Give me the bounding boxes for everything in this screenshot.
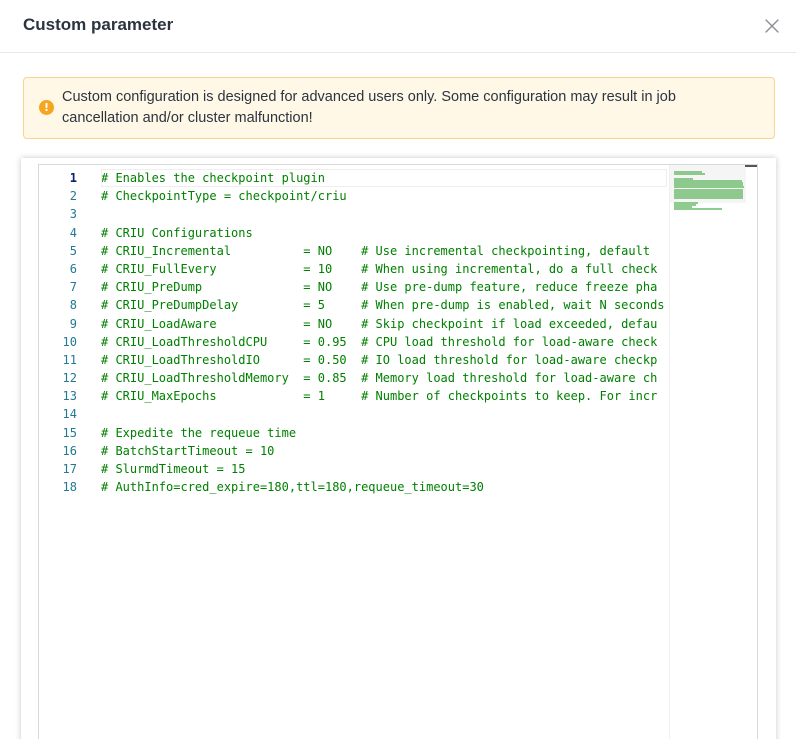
code-line[interactable]: # Enables the checkpoint plugin: [101, 169, 667, 188]
line-number: 5: [69, 243, 77, 258]
line-number: 13: [62, 389, 77, 404]
minimap-line: [674, 208, 722, 211]
code-line[interactable]: # CRIU_FullEvery = 10 # When using incre…: [101, 260, 667, 278]
scrollbar-cursor-marker: [745, 165, 757, 167]
minimap-line: [674, 197, 743, 200]
warning-banner: ! Custom configuration is designed for a…: [23, 77, 775, 139]
code-line[interactable]: # CRIU_Incremental = NO # Use incrementa…: [101, 242, 667, 260]
code-line[interactable]: # BatchStartTimeout = 10: [101, 442, 667, 460]
code-line[interactable]: # CRIU_PreDumpDelay = 5 # When pre-dump …: [101, 296, 667, 314]
minimap[interactable]: [669, 165, 746, 739]
line-number: 7: [69, 280, 77, 295]
line-number: 11: [62, 352, 77, 367]
code-line[interactable]: # CRIU_MaxEpochs = 1 # Number of checkpo…: [101, 387, 667, 405]
code-line[interactable]: # CRIU_LoadThresholdCPU = 0.95 # CPU loa…: [101, 333, 667, 351]
line-number: 14: [62, 407, 77, 422]
code-line[interactable]: [101, 405, 667, 423]
code-line[interactable]: # Expedite the requeue time: [101, 424, 667, 442]
code-line[interactable]: [101, 205, 667, 223]
line-number: 8: [69, 298, 77, 313]
code-text-area[interactable]: # Enables the checkpoint plugin # Checkpo…: [101, 169, 667, 496]
line-number: 12: [62, 371, 77, 386]
line-number: 3: [69, 207, 77, 222]
close-button[interactable]: [760, 14, 784, 38]
line-number: 9: [69, 316, 77, 331]
line-number: 1: [69, 171, 77, 185]
line-number: 18: [62, 480, 77, 495]
dialog-header: Custom parameter: [0, 0, 796, 53]
line-number: 6: [69, 261, 77, 276]
line-number: 17: [62, 462, 77, 476]
dialog-title: Custom parameter: [23, 15, 174, 34]
line-number: 2: [69, 189, 77, 204]
code-line[interactable]: # CRIU Configurations: [101, 224, 667, 242]
code-line[interactable]: # CRIU_PreDump = NO # Use pre-dump featu…: [101, 278, 667, 296]
line-number-gutter: 1 2 3 4 5 6 7 8 9 10 11 12 13 14 15 16 17 18: [39, 169, 91, 496]
code-line[interactable]: # AuthInfo=cred_expire=180,ttl=180,reque…: [101, 478, 667, 496]
line-number: 16: [62, 443, 77, 458]
minimap-line: [674, 173, 705, 176]
code-line[interactable]: # CRIU_LoadThresholdMemory = 0.85 # Memo…: [101, 369, 667, 387]
vertical-scrollbar[interactable]: [745, 165, 757, 739]
close-icon: [765, 19, 779, 33]
warning-icon: !: [39, 100, 54, 115]
code-line[interactable]: # CheckpointType = checkpoint/criu: [101, 187, 667, 205]
warning-text: Custom configuration is designed for adv…: [62, 89, 676, 126]
code-line[interactable]: # CRIU_LoadThresholdIO = 0.50 # IO load …: [101, 351, 667, 369]
line-number: 4: [69, 225, 77, 240]
code-editor[interactable]: 1 2 3 4 5 6 7 8 9 10 11 12 13 14 15 16 17 18 # Enables th…: [38, 164, 758, 739]
code-editor-panel: 1 2 3 4 5 6 7 8 9 10 11 12 13 14 15 16 17 18 # Enables th…: [21, 158, 776, 739]
code-line[interactable]: # SlurmdTimeout = 15: [101, 460, 667, 478]
code-line[interactable]: # CRIU_LoadAware = NO # Skip checkpoint …: [101, 315, 667, 333]
line-number: 15: [62, 425, 77, 440]
line-number: 10: [62, 334, 77, 349]
